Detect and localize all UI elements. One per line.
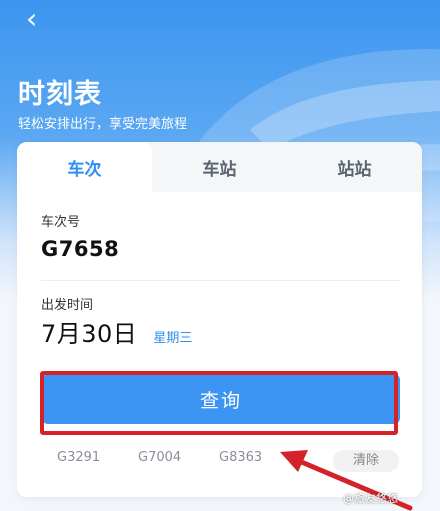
- history-item[interactable]: G7004: [138, 450, 181, 465]
- tab-station[interactable]: 车站: [152, 142, 287, 192]
- departure-date-field[interactable]: 7月30日 星期三: [41, 314, 192, 349]
- page-subtitle: 轻松安排出行，享受完美旅程: [18, 117, 188, 132]
- history-item[interactable]: G3291: [57, 450, 100, 465]
- search-card: 车次 车站 站站 车次号 G7658 出发时间 7月30日 星期三 查询 G32…: [17, 142, 422, 497]
- weekday-label: 星期三: [153, 331, 193, 346]
- watermark-text: @旅友悠悠: [343, 492, 398, 505]
- clear-history-button[interactable]: 清除: [333, 450, 399, 472]
- query-button[interactable]: 查询: [42, 374, 400, 424]
- tab-station-to-station[interactable]: 站站: [287, 142, 422, 192]
- departure-date-label: 出发时间: [41, 298, 94, 313]
- train-number-label: 车次号: [41, 215, 81, 230]
- search-tabs: 车次 车站 站站: [17, 142, 422, 192]
- divider: [41, 280, 401, 281]
- departure-date-value: 7月30日: [41, 320, 138, 348]
- search-history: G3291 G7004 G8363 清除: [17, 444, 422, 474]
- page-title: 时刻表: [18, 79, 102, 110]
- back-arrow-icon[interactable]: ‹: [26, 5, 52, 33]
- history-item[interactable]: G8363: [219, 450, 262, 465]
- tab-train-number[interactable]: 车次: [17, 142, 152, 192]
- train-number-input[interactable]: G7658: [41, 237, 119, 261]
